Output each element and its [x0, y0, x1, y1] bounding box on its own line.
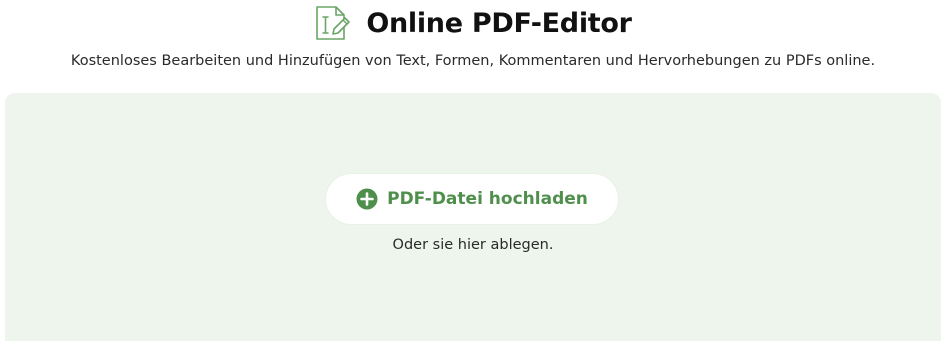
pdf-edit-icon [314, 4, 352, 42]
title-row: Online PDF-Editor [0, 2, 946, 44]
upload-pdf-button[interactable]: PDF-Datei hochladen [326, 174, 618, 224]
page: Online PDF-Editor Kostenloses Bearbeiten… [0, 0, 946, 341]
drop-hint: Oder sie hier ablegen. [392, 237, 554, 253]
file-dropzone[interactable]: PDF-Datei hochladen Oder sie hier ablege… [5, 93, 941, 341]
page-title: Online PDF-Editor [366, 7, 632, 39]
upload-button-label: PDF-Datei hochladen [387, 189, 588, 209]
plus-circle-icon [356, 188, 378, 210]
page-subtitle: Kostenloses Bearbeiten und Hinzufügen vo… [70, 53, 876, 69]
